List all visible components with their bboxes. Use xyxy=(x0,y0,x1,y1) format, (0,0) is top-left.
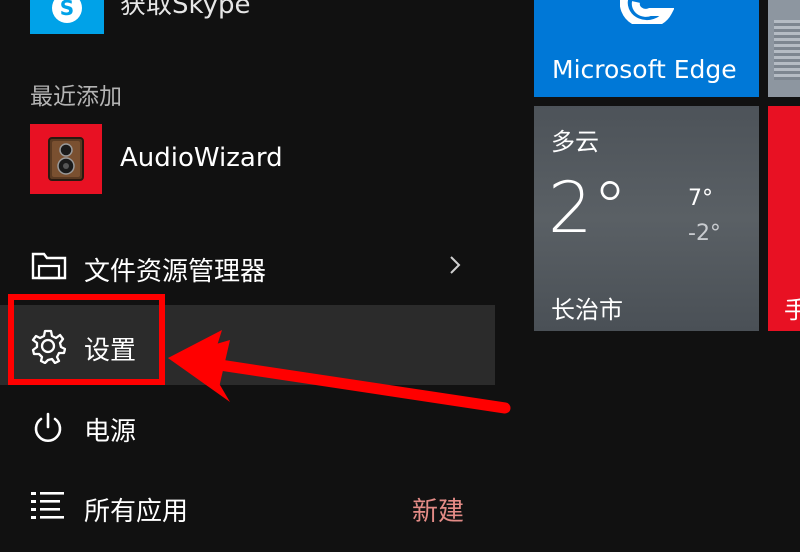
new-badge: 新建 xyxy=(412,497,465,527)
power-label[interactable]: 电源 xyxy=(84,411,136,448)
annotation-arrow xyxy=(168,330,511,414)
recently-added-heading: 最近添加 xyxy=(30,84,122,110)
chevron-right-icon[interactable] xyxy=(447,255,463,275)
power-icon xyxy=(31,411,65,445)
file-explorer-label[interactable]: 文件资源管理器 xyxy=(84,251,266,288)
edge-icon xyxy=(620,0,674,24)
skype-icon[interactable]: S xyxy=(30,0,104,34)
all-apps-label[interactable]: 所有应用 xyxy=(84,491,188,528)
settings-highlight-box xyxy=(8,294,165,385)
weather-temperature: 2° xyxy=(548,167,628,249)
audiowizard-app-label[interactable]: AudioWizard xyxy=(120,143,283,173)
skype-app-label[interactable]: 获取Skype xyxy=(120,0,251,21)
red-tile-label[interactable]: 手 xyxy=(784,290,800,325)
svg-text:S: S xyxy=(60,0,74,20)
weather-low-temp: -2° xyxy=(688,221,721,246)
speaker-icon[interactable] xyxy=(30,124,102,194)
weather-high-temp: 7° xyxy=(688,186,713,211)
weather-city: 长治市 xyxy=(551,296,623,324)
weather-condition: 多云 xyxy=(551,128,599,156)
news-tile[interactable] xyxy=(768,0,800,97)
start-menu: S 获取Skype 最近添加 AudioWizard 文件资源管理器 设置 电源… xyxy=(0,0,800,552)
edge-tile-label[interactable]: Microsoft Edge xyxy=(552,55,737,84)
list-icon xyxy=(30,489,66,523)
folder-icon xyxy=(31,250,67,280)
